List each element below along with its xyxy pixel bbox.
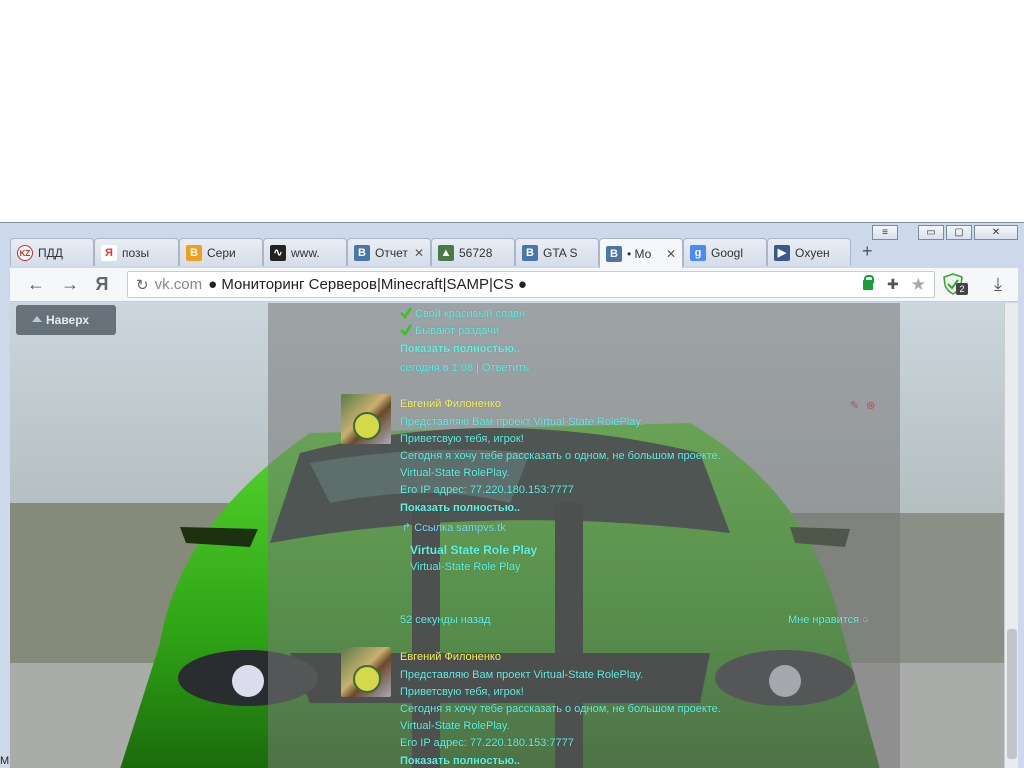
tab-pdd[interactable]: KZ ПДД [10,238,94,266]
tab-label: Оxyeн [795,245,830,260]
post3-line: Сегодня я хочу тебе рассказать о одном, … [400,703,721,715]
like-button[interactable]: Мне нравится ○ [788,614,869,626]
tab-gta[interactable]: B GTA S [515,238,599,266]
car-icon: ▲ [438,244,454,261]
browser-window: ≡ ▭ ▢ ✕ KZ ПДД Я позы B Сери ∿ www. B От… [0,222,1024,768]
new-tab-button[interactable]: + [862,242,873,260]
tab-monitoring[interactable]: B • Мо ✕ [599,238,683,268]
post2-link-subtitle: Virtual-State Role Play [410,561,521,573]
post3-line: Его IP адрес: 77.220.180.153:7777 [400,737,574,749]
post2-link-title[interactable]: Virtual State Role Play [410,543,537,557]
tab-label: позы [122,245,150,260]
adguard-shield-icon[interactable]: 2 [942,273,968,295]
vk-icon: B [606,245,622,262]
post1-bullet: Свой красивый спавн [400,307,525,320]
scroll-to-top-button[interactable]: Наверх [16,305,116,335]
post2-link[interactable]: ↱ Ссылка sampvs.tk [402,521,506,534]
reload-icon[interactable]: ↻ [136,276,149,294]
post3-line: Приветсвую тебя, игрок! [400,686,524,698]
address-bar[interactable]: ↻ vk.com ● Мониторинг Серверов|Minecraft… [127,271,935,298]
post1-bullet: Бывают раздачи [400,324,499,337]
link-icon: ↱ [402,522,415,534]
vk-icon: B [522,244,538,261]
close-tab-icon[interactable]: ✕ [666,247,676,261]
tab-www[interactable]: ∿ www. [263,238,347,266]
delete-icon[interactable]: ⊗ [866,399,875,412]
yandex-button[interactable]: Я [90,274,114,295]
tab-label: GTA S [543,245,578,260]
pulse-icon: ∿ [270,244,286,261]
scrollbar[interactable] [1004,303,1018,768]
post2-time[interactable]: 52 секунды назад [400,614,490,626]
forward-button[interactable]: → [58,274,82,295]
b-icon: B [186,244,202,261]
post3-show-more[interactable]: Показать полностью.. [400,755,520,767]
tab-report[interactable]: B Отчет ✕ [347,238,431,266]
tab-strip: KZ ПДД Я позы B Сери ∿ www. B Отчет ✕ ▲ [10,238,1014,268]
page-viewport: Наверх Свой красивый спавн Бывают раздач… [10,303,1004,768]
tab-label: 56728 [459,245,493,260]
tab-oxyen[interactable]: ▶ Оxyeн [767,238,851,266]
post3-line: Представляю Вам проект Virtual-State Rol… [400,669,644,681]
scrollbar-thumb[interactable] [1007,629,1017,759]
extension-icon[interactable]: ✚ [887,276,899,293]
tab-google[interactable]: g Googl [683,238,767,266]
tab-label: Googl [711,245,744,260]
browser-toolbar: ← → Я ↻ vk.com ● Мониторинг Серверов|Min… [10,268,1018,302]
tab-label: • Мо [627,246,652,261]
edit-icon[interactable]: ✎ [850,399,859,412]
avatar[interactable] [341,647,391,697]
post2-line: Virtual-State RolePlay. [400,467,510,479]
post2-line: Представляю Вам проект Virtual-State Rol… [400,416,644,428]
page-title: ● Мониторинг Серверов|Minecraft|SAMP|CS … [208,276,527,293]
bookmark-star-icon[interactable]: ★ [911,275,926,295]
shield-badge: 2 [956,283,968,295]
post2-author[interactable]: Евгений Филоненко [400,398,501,410]
kz-icon: KZ [17,244,33,261]
yandex-icon: Я [101,244,117,261]
tab-yandex[interactable]: Я позы [94,238,179,266]
checkmark-icon [400,307,412,319]
vk-icon: B [354,244,370,261]
post2-line: Приветсвую тебя, игрок! [400,433,524,445]
avatar[interactable] [341,394,391,444]
post2-line: Его IP адрес: 77.220.180.153:7777 [400,484,574,496]
tab-label: Отчет [375,245,408,260]
download-icon[interactable]: ⤓ [994,274,1002,295]
post1-show-more[interactable]: Показать полностью.. [400,343,520,355]
play-icon: ▶ [774,244,790,261]
google-icon: g [690,244,706,261]
post2-line: Сегодня я хочу тебе рассказать о одном, … [400,450,721,462]
edge-letter: M [0,755,10,767]
close-tab-icon[interactable]: ✕ [414,246,424,260]
post1-meta[interactable]: сегодня в 1:08 | Ответить [400,362,529,374]
tab-label: Сери [207,245,236,260]
url-host: vk.com [154,276,203,293]
tab-56728[interactable]: ▲ 56728 [431,238,515,266]
post3-line: Virtual-State RolePlay. [400,720,510,732]
news-feed: Свой красивый спавн Бывают раздачи Показ… [268,303,900,768]
tab-series[interactable]: B Сери [179,238,263,266]
tab-label: ПДД [38,245,63,260]
screen: ≡ ▭ ▢ ✕ KZ ПДД Я позы B Сери ∿ www. B От… [0,0,1024,768]
back-button[interactable]: ← [24,274,48,295]
tab-label: www. [291,245,320,260]
checkmark-icon [400,324,412,336]
post2-show-more[interactable]: Показать полностью.. [400,502,520,514]
post3-author[interactable]: Евгений Филоненко [400,651,501,663]
lock-icon[interactable] [863,274,875,290]
